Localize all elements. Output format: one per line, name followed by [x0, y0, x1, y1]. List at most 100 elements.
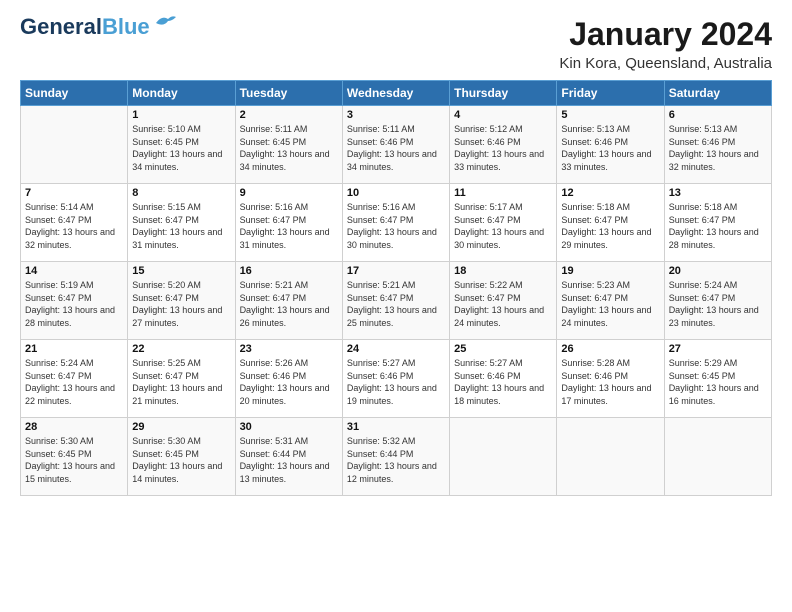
header-cell-friday: Friday	[557, 81, 664, 106]
day-number: 28	[25, 421, 123, 433]
day-cell: 18 Sunrise: 5:22 AMSunset: 6:47 PMDaylig…	[450, 262, 557, 340]
day-cell: 30 Sunrise: 5:31 AMSunset: 6:44 PMDaylig…	[235, 418, 342, 496]
header-cell-saturday: Saturday	[664, 81, 771, 106]
day-number: 3	[347, 109, 445, 121]
day-number: 18	[454, 265, 552, 277]
day-number: 7	[25, 187, 123, 199]
day-number: 30	[240, 421, 338, 433]
day-info: Sunrise: 5:21 AMSunset: 6:47 PMDaylight:…	[240, 280, 330, 328]
day-info: Sunrise: 5:20 AMSunset: 6:47 PMDaylight:…	[132, 280, 222, 328]
day-cell: 20 Sunrise: 5:24 AMSunset: 6:47 PMDaylig…	[664, 262, 771, 340]
logo: GeneralBlue	[20, 16, 176, 38]
day-number: 8	[132, 187, 230, 199]
day-cell: 23 Sunrise: 5:26 AMSunset: 6:46 PMDaylig…	[235, 340, 342, 418]
day-number: 2	[240, 109, 338, 121]
day-info: Sunrise: 5:18 AMSunset: 6:47 PMDaylight:…	[669, 202, 759, 250]
header-cell-wednesday: Wednesday	[342, 81, 449, 106]
day-info: Sunrise: 5:30 AMSunset: 6:45 PMDaylight:…	[132, 436, 222, 484]
day-number: 27	[669, 343, 767, 355]
day-number: 17	[347, 265, 445, 277]
logo-text: GeneralBlue	[20, 16, 150, 38]
page: GeneralBlue January 2024 Kin Kora, Queen…	[0, 0, 792, 612]
day-info: Sunrise: 5:18 AMSunset: 6:47 PMDaylight:…	[561, 202, 651, 250]
day-info: Sunrise: 5:26 AMSunset: 6:46 PMDaylight:…	[240, 358, 330, 406]
day-cell: 1 Sunrise: 5:10 AMSunset: 6:45 PMDayligh…	[128, 106, 235, 184]
day-number: 11	[454, 187, 552, 199]
day-number: 15	[132, 265, 230, 277]
day-number: 24	[347, 343, 445, 355]
header-cell-tuesday: Tuesday	[235, 81, 342, 106]
day-number: 12	[561, 187, 659, 199]
day-number: 6	[669, 109, 767, 121]
day-info: Sunrise: 5:32 AMSunset: 6:44 PMDaylight:…	[347, 436, 437, 484]
day-cell: 22 Sunrise: 5:25 AMSunset: 6:47 PMDaylig…	[128, 340, 235, 418]
day-cell: 17 Sunrise: 5:21 AMSunset: 6:47 PMDaylig…	[342, 262, 449, 340]
title-area: January 2024 Kin Kora, Queensland, Austr…	[559, 16, 772, 72]
day-cell: 26 Sunrise: 5:28 AMSunset: 6:46 PMDaylig…	[557, 340, 664, 418]
day-number: 16	[240, 265, 338, 277]
week-row-5: 28 Sunrise: 5:30 AMSunset: 6:45 PMDaylig…	[21, 418, 772, 496]
day-info: Sunrise: 5:31 AMSunset: 6:44 PMDaylight:…	[240, 436, 330, 484]
day-cell	[450, 418, 557, 496]
day-info: Sunrise: 5:28 AMSunset: 6:46 PMDaylight:…	[561, 358, 651, 406]
day-info: Sunrise: 5:24 AMSunset: 6:47 PMDaylight:…	[25, 358, 115, 406]
day-cell: 11 Sunrise: 5:17 AMSunset: 6:47 PMDaylig…	[450, 184, 557, 262]
day-info: Sunrise: 5:10 AMSunset: 6:45 PMDaylight:…	[132, 124, 222, 172]
day-cell: 10 Sunrise: 5:16 AMSunset: 6:47 PMDaylig…	[342, 184, 449, 262]
day-cell	[664, 418, 771, 496]
week-row-2: 7 Sunrise: 5:14 AMSunset: 6:47 PMDayligh…	[21, 184, 772, 262]
logo-bird-icon	[154, 13, 176, 31]
day-cell: 6 Sunrise: 5:13 AMSunset: 6:46 PMDayligh…	[664, 106, 771, 184]
day-cell: 9 Sunrise: 5:16 AMSunset: 6:47 PMDayligh…	[235, 184, 342, 262]
day-info: Sunrise: 5:11 AMSunset: 6:46 PMDaylight:…	[347, 124, 437, 172]
day-info: Sunrise: 5:17 AMSunset: 6:47 PMDaylight:…	[454, 202, 544, 250]
day-cell: 7 Sunrise: 5:14 AMSunset: 6:47 PMDayligh…	[21, 184, 128, 262]
day-cell: 13 Sunrise: 5:18 AMSunset: 6:47 PMDaylig…	[664, 184, 771, 262]
day-number: 22	[132, 343, 230, 355]
week-row-1: 1 Sunrise: 5:10 AMSunset: 6:45 PMDayligh…	[21, 106, 772, 184]
day-info: Sunrise: 5:15 AMSunset: 6:47 PMDaylight:…	[132, 202, 222, 250]
week-row-4: 21 Sunrise: 5:24 AMSunset: 6:47 PMDaylig…	[21, 340, 772, 418]
day-cell: 16 Sunrise: 5:21 AMSunset: 6:47 PMDaylig…	[235, 262, 342, 340]
day-info: Sunrise: 5:22 AMSunset: 6:47 PMDaylight:…	[454, 280, 544, 328]
day-info: Sunrise: 5:29 AMSunset: 6:45 PMDaylight:…	[669, 358, 759, 406]
day-cell: 28 Sunrise: 5:30 AMSunset: 6:45 PMDaylig…	[21, 418, 128, 496]
day-info: Sunrise: 5:21 AMSunset: 6:47 PMDaylight:…	[347, 280, 437, 328]
day-info: Sunrise: 5:12 AMSunset: 6:46 PMDaylight:…	[454, 124, 544, 172]
day-cell: 27 Sunrise: 5:29 AMSunset: 6:45 PMDaylig…	[664, 340, 771, 418]
day-cell: 31 Sunrise: 5:32 AMSunset: 6:44 PMDaylig…	[342, 418, 449, 496]
day-number: 13	[669, 187, 767, 199]
header: GeneralBlue January 2024 Kin Kora, Queen…	[20, 16, 772, 72]
day-number: 9	[240, 187, 338, 199]
day-cell	[21, 106, 128, 184]
day-cell: 4 Sunrise: 5:12 AMSunset: 6:46 PMDayligh…	[450, 106, 557, 184]
day-info: Sunrise: 5:30 AMSunset: 6:45 PMDaylight:…	[25, 436, 115, 484]
day-number: 20	[669, 265, 767, 277]
day-number: 1	[132, 109, 230, 121]
week-row-3: 14 Sunrise: 5:19 AMSunset: 6:47 PMDaylig…	[21, 262, 772, 340]
day-number: 5	[561, 109, 659, 121]
calendar-table: SundayMondayTuesdayWednesdayThursdayFrid…	[20, 80, 772, 496]
day-number: 25	[454, 343, 552, 355]
day-info: Sunrise: 5:23 AMSunset: 6:47 PMDaylight:…	[561, 280, 651, 328]
day-number: 10	[347, 187, 445, 199]
day-number: 4	[454, 109, 552, 121]
day-cell: 29 Sunrise: 5:30 AMSunset: 6:45 PMDaylig…	[128, 418, 235, 496]
day-number: 31	[347, 421, 445, 433]
calendar-title: January 2024	[559, 16, 772, 53]
day-cell: 12 Sunrise: 5:18 AMSunset: 6:47 PMDaylig…	[557, 184, 664, 262]
day-cell: 14 Sunrise: 5:19 AMSunset: 6:47 PMDaylig…	[21, 262, 128, 340]
day-cell: 21 Sunrise: 5:24 AMSunset: 6:47 PMDaylig…	[21, 340, 128, 418]
day-info: Sunrise: 5:13 AMSunset: 6:46 PMDaylight:…	[561, 124, 651, 172]
day-cell: 19 Sunrise: 5:23 AMSunset: 6:47 PMDaylig…	[557, 262, 664, 340]
day-info: Sunrise: 5:25 AMSunset: 6:47 PMDaylight:…	[132, 358, 222, 406]
day-number: 21	[25, 343, 123, 355]
day-cell: 8 Sunrise: 5:15 AMSunset: 6:47 PMDayligh…	[128, 184, 235, 262]
header-cell-monday: Monday	[128, 81, 235, 106]
header-cell-thursday: Thursday	[450, 81, 557, 106]
day-info: Sunrise: 5:24 AMSunset: 6:47 PMDaylight:…	[669, 280, 759, 328]
day-cell: 15 Sunrise: 5:20 AMSunset: 6:47 PMDaylig…	[128, 262, 235, 340]
day-cell: 24 Sunrise: 5:27 AMSunset: 6:46 PMDaylig…	[342, 340, 449, 418]
day-info: Sunrise: 5:27 AMSunset: 6:46 PMDaylight:…	[347, 358, 437, 406]
day-info: Sunrise: 5:13 AMSunset: 6:46 PMDaylight:…	[669, 124, 759, 172]
